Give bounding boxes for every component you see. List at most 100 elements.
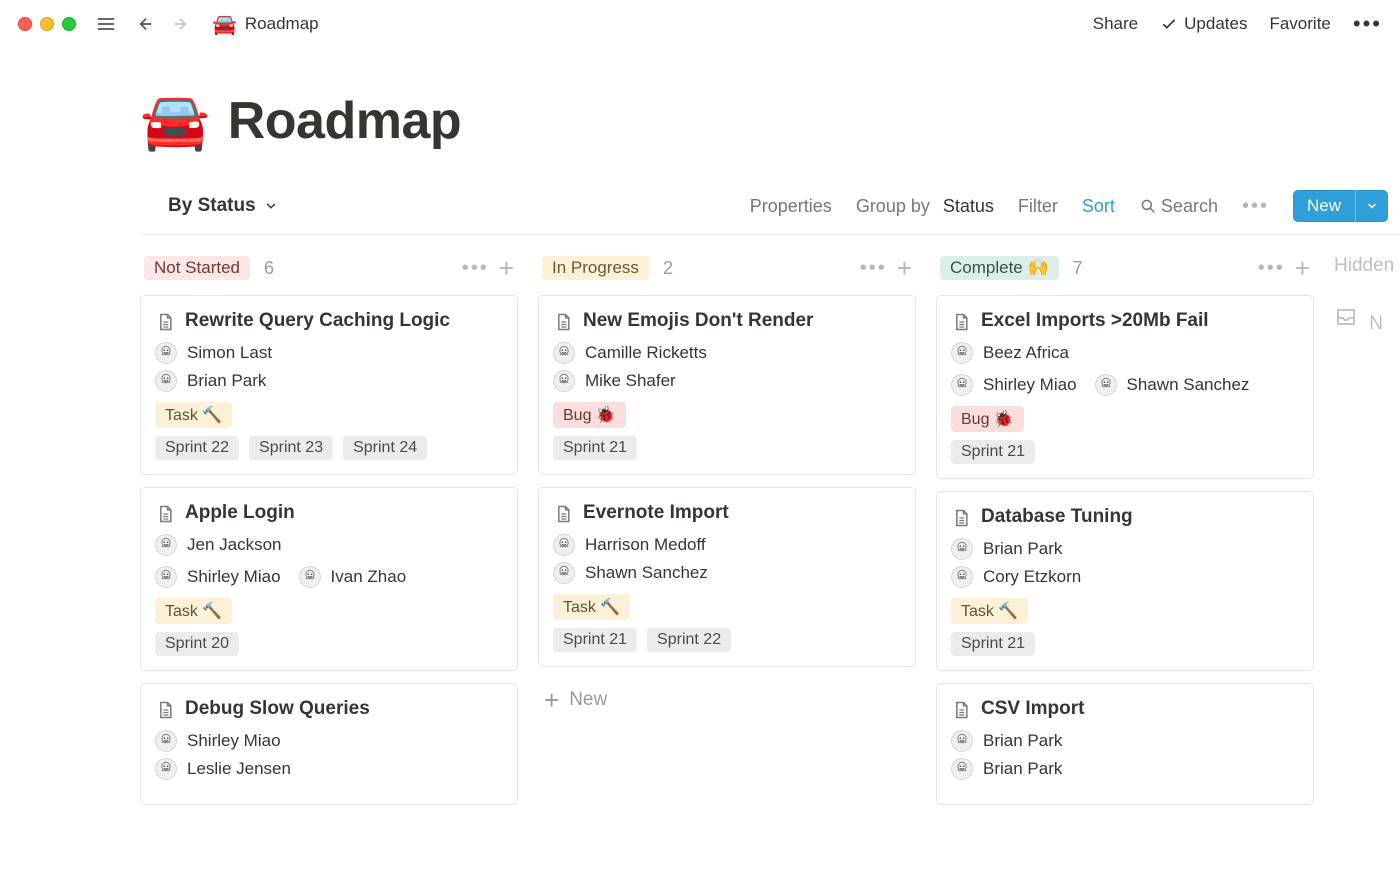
column-header: Complete 🙌 7 ••• + (936, 255, 1314, 281)
column-count: 2 (663, 258, 673, 279)
board-card[interactable]: Debug Slow QueriesShirley MiaoLeslie Jen… (140, 683, 518, 805)
view-selector[interactable]: By Status (140, 195, 278, 217)
card-type-row: Task 🔨 (951, 598, 1297, 624)
assignee-name: Jen Jackson (187, 535, 282, 555)
type-tag: Bug 🐞 (553, 402, 626, 428)
assignee-name: Shawn Sanchez (585, 563, 708, 583)
sprint-tag: Sprint 24 (343, 436, 427, 460)
board-column: In Progress 2 ••• + New Emojis Don't Ren… (538, 255, 916, 711)
page-menu-button[interactable]: ••• (1353, 13, 1382, 35)
card-assignees: Shirley MiaoShawn Sanchez (951, 374, 1297, 396)
page: 🚘 Roadmap By Status Properties Group by … (0, 48, 1400, 817)
column-add-button[interactable]: + (1295, 255, 1310, 281)
column-title[interactable]: Not Started (144, 256, 250, 280)
column-menu-button[interactable]: ••• (860, 257, 887, 280)
column-menu-button[interactable]: ••• (462, 257, 489, 280)
avatar (553, 562, 575, 584)
card-type-row: Bug 🐞 (553, 402, 899, 428)
sprint-tag: Sprint 22 (155, 436, 239, 460)
assignee-name: Shawn Sanchez (1127, 375, 1250, 395)
no-status-group[interactable]: N (1334, 305, 1400, 335)
breadcrumb[interactable]: 🚘 Roadmap (212, 12, 319, 37)
new-dropdown-button[interactable] (1355, 190, 1388, 222)
window-minimize-icon[interactable] (40, 17, 54, 31)
add-card-button[interactable]: +New (538, 679, 916, 711)
view-name: By Status (168, 195, 256, 217)
column-title[interactable]: In Progress (542, 256, 649, 280)
board-column: Not Started 6 ••• + Rewrite Query Cachin… (140, 255, 518, 817)
assignee: Simon Last (155, 342, 501, 364)
page-title[interactable]: Roadmap (228, 91, 461, 151)
avatar (951, 566, 973, 588)
share-button[interactable]: Share (1093, 14, 1138, 34)
assignee-name: Shirley Miao (187, 731, 281, 751)
favorite-button[interactable]: Favorite (1269, 14, 1330, 34)
type-tag: Task 🔨 (553, 594, 630, 620)
sprint-tag: Sprint 21 (951, 440, 1035, 464)
breadcrumb-emoji: 🚘 (212, 12, 237, 37)
column-actions: ••• + (860, 255, 912, 281)
assignee: Shawn Sanchez (553, 562, 899, 584)
avatar (155, 730, 177, 752)
groupby-button[interactable]: Group by Status (856, 196, 994, 217)
assignee-name: Shirley Miao (187, 567, 281, 587)
hidden-columns-label[interactable]: Hidden (1334, 255, 1400, 277)
board-card[interactable]: Excel Imports >20Mb FailBeez AfricaShirl… (936, 295, 1314, 479)
card-sprint-row: Sprint 21 (951, 440, 1297, 464)
sort-button[interactable]: Sort (1082, 196, 1115, 217)
breadcrumb-title: Roadmap (245, 14, 319, 34)
avatar (951, 374, 973, 396)
arrow-right-icon (172, 14, 192, 34)
card-assignees: Shirley Miao Ivan Zhao (155, 566, 501, 588)
sprint-tag: Sprint 23 (249, 436, 333, 460)
page-emoji[interactable]: 🚘 (140, 88, 210, 154)
arrow-left-icon (134, 14, 154, 34)
page-icon (951, 312, 971, 332)
board-card[interactable]: Apple LoginJen JacksonShirley MiaoIvan Z… (140, 487, 518, 671)
board-card[interactable]: Rewrite Query Caching LogicSimon LastBri… (140, 295, 518, 475)
nav-back-button[interactable] (130, 10, 158, 38)
card-title: New Emojis Don't Render (553, 310, 899, 332)
assignee: Camille Ricketts (553, 342, 899, 364)
window-zoom-icon[interactable] (62, 17, 76, 31)
sprint-tag: Sprint 20 (155, 632, 239, 656)
avatar (951, 538, 973, 560)
board-card[interactable]: CSV ImportBrian ParkBrian Park (936, 683, 1314, 805)
card-assignees: Camille RickettsMike Shafer (553, 342, 899, 392)
avatar (553, 534, 575, 556)
card-assignees: Simon LastBrian Park (155, 342, 501, 392)
assignee: Brian Park (951, 730, 1297, 752)
card-title: Database Tuning (951, 506, 1297, 528)
column-header: Not Started 6 ••• + (140, 255, 518, 281)
updates-button[interactable]: Updates (1160, 14, 1247, 34)
column-add-button[interactable]: + (897, 255, 912, 281)
avatar (155, 370, 177, 392)
column-header: In Progress 2 ••• + (538, 255, 916, 281)
properties-button[interactable]: Properties (750, 196, 832, 217)
filter-button[interactable]: Filter (1018, 196, 1058, 217)
assignee: Shirley Miao (155, 730, 501, 752)
board-card[interactable]: New Emojis Don't Render Camille RickettsM… (538, 295, 916, 475)
column-actions: ••• + (1258, 255, 1310, 281)
board-card[interactable]: Evernote ImportHarrison MedoffShawn Sanc… (538, 487, 916, 667)
avatar (951, 730, 973, 752)
assignee: Ivan Zhao (299, 566, 407, 588)
avatar (553, 370, 575, 392)
search-button[interactable]: Search (1139, 196, 1218, 217)
nav-forward-button[interactable] (168, 10, 196, 38)
assignee-name: Brian Park (983, 539, 1062, 559)
card-title: Excel Imports >20Mb Fail (951, 310, 1297, 332)
window-close-icon[interactable] (18, 17, 32, 31)
assignee: Harrison Medoff (553, 534, 899, 556)
view-menu-button[interactable]: ••• (1242, 195, 1269, 218)
new-button[interactable]: New (1293, 190, 1388, 222)
board-card[interactable]: Database TuningBrian ParkCory EtzkornTas… (936, 491, 1314, 671)
page-icon (553, 504, 573, 524)
column-add-button[interactable]: + (499, 255, 514, 281)
sidebar-toggle-button[interactable] (92, 10, 120, 38)
column-title[interactable]: Complete 🙌 (940, 256, 1059, 280)
card-sprint-row: Sprint 22 Sprint 23 Sprint 24 (155, 436, 501, 460)
card-sprint-row: Sprint 21 (951, 632, 1297, 656)
avatar (951, 342, 973, 364)
column-menu-button[interactable]: ••• (1258, 257, 1285, 280)
